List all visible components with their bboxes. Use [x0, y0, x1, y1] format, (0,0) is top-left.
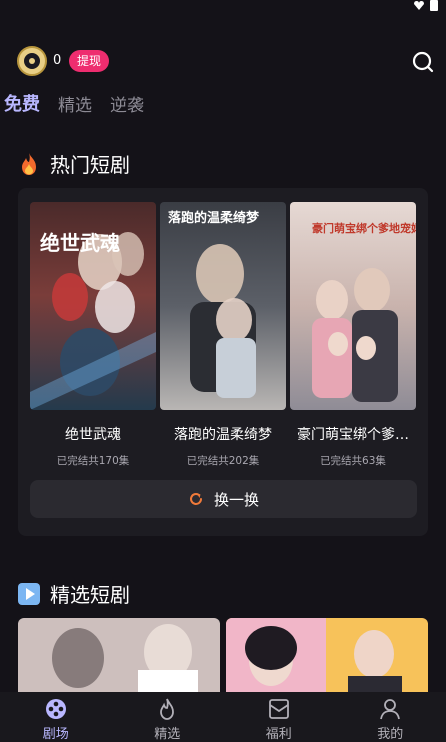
nav-welfare[interactable]: 福利	[223, 692, 335, 742]
drama-episodes: 已完结共170集	[56, 455, 130, 467]
refresh-button[interactable]: 换一换	[30, 480, 417, 518]
section-title: 热门短剧	[50, 153, 130, 177]
nav-label: 我的	[377, 727, 404, 742]
nav-profile[interactable]: 我的	[335, 692, 446, 742]
coin-count: 0	[53, 53, 62, 68]
gift-box-icon	[268, 699, 289, 719]
nav-label: 精选	[154, 727, 181, 742]
poster-title-text: 落跑的温柔绮梦	[168, 210, 260, 226]
drama-poster[interactable]: 豪门萌宝绑个爹地宠妈咪	[290, 202, 416, 410]
selected-dramas-row	[18, 618, 428, 694]
refresh-label: 换一换	[213, 490, 259, 509]
bottom-nav: 剧场 精选 福利 我的	[0, 692, 446, 742]
drama-card[interactable]: 落跑的温柔绮梦 落跑的温柔绮梦 已完结共202集	[160, 202, 286, 468]
signal-icon	[414, 1, 424, 10]
selected-section-header: 精选短剧	[18, 579, 130, 608]
drama-title: 绝世武魂	[65, 427, 121, 443]
nav-selected[interactable]: 精选	[112, 692, 224, 742]
search-icon[interactable]	[410, 49, 436, 75]
drama-poster[interactable]	[18, 618, 220, 694]
withdraw-button[interactable]: 提现	[69, 50, 110, 72]
drama-card[interactable]: 豪门萌宝绑个爹地宠妈咪 豪门萌宝绑个爹… 已完结共63集	[290, 202, 416, 468]
drama-poster[interactable]: 绝世武魂	[30, 202, 156, 410]
nav-theater[interactable]: 剧场	[0, 692, 112, 742]
top-bar: 0 提现	[0, 44, 446, 78]
drama-episodes: 已完结共202集	[186, 455, 260, 467]
nav-label: 剧场	[42, 727, 69, 742]
nav-label: 福利	[265, 727, 292, 742]
coin-icon[interactable]	[17, 46, 47, 76]
flame-icon	[160, 698, 175, 720]
drama-title: 豪门萌宝绑个爹…	[297, 427, 409, 443]
drama-poster[interactable]: 落跑的温柔绮梦	[160, 202, 286, 410]
refresh-icon	[190, 493, 202, 505]
hot-section-header: 热门短剧	[18, 149, 130, 178]
tab-comeback[interactable]: 逆袭	[110, 91, 144, 116]
user-icon	[380, 699, 401, 720]
fire-icon	[22, 152, 36, 175]
poster-title-text: 豪门萌宝绑个爹地宠妈咪	[312, 221, 416, 235]
poster-title-text: 绝世武魂	[40, 231, 120, 255]
drama-episodes: 已完结共63集	[320, 455, 386, 467]
section-title: 精选短剧	[50, 583, 130, 607]
category-tabs: 免费 精选 逆袭	[4, 90, 144, 116]
status-bar	[0, 0, 446, 14]
theater-icon	[45, 699, 66, 719]
tab-selected[interactable]: 精选	[58, 91, 92, 116]
drama-card[interactable]: 绝世武魂 绝世武魂 已完结共170集	[30, 202, 156, 468]
drama-title: 落跑的温柔绮梦	[174, 427, 272, 443]
tab-free[interactable]: 免费	[4, 90, 40, 116]
drama-poster[interactable]	[226, 618, 428, 694]
play-icon	[18, 582, 40, 605]
battery-icon	[430, 0, 438, 11]
hot-dramas-card: 绝世武魂 绝世武魂 已完结共170集 落跑的温柔绮梦 落跑的温柔绮梦 已完结共2…	[18, 188, 428, 536]
